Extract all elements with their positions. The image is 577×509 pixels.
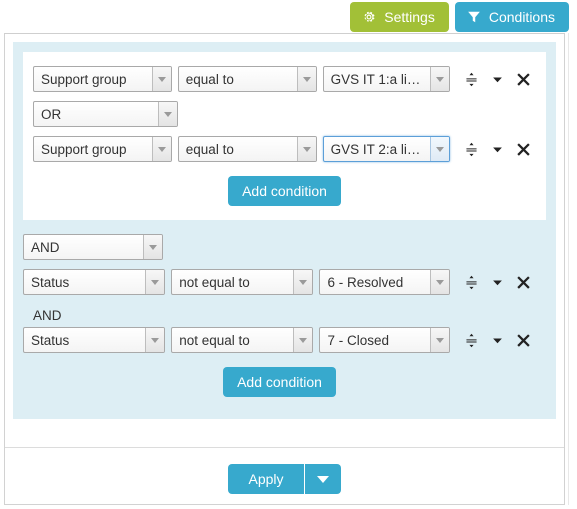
chevron-down-icon bbox=[293, 328, 313, 352]
joiner-row: OR bbox=[33, 101, 536, 127]
move-icon[interactable] bbox=[458, 67, 484, 91]
chevron-down-icon bbox=[296, 67, 316, 91]
close-icon[interactable] bbox=[510, 137, 536, 161]
field-select[interactable]: Support group bbox=[33, 136, 172, 162]
conditions-panel: Support group equal to GVS IT 1:a linjen bbox=[4, 33, 565, 505]
value-select[interactable]: GVS IT 1:a linjen bbox=[322, 66, 450, 92]
value-select[interactable]: GVS IT 2:a linjen bbox=[322, 136, 450, 162]
joiner-label: AND bbox=[33, 308, 62, 323]
right-edge-gutter bbox=[568, 33, 577, 505]
operator-select[interactable]: equal to bbox=[177, 136, 317, 162]
tab-conditions-label: Conditions bbox=[488, 9, 555, 25]
condition-row: Status not equal to 6 - Resolved bbox=[23, 269, 536, 295]
value-select[interactable]: 7 - Closed bbox=[319, 327, 450, 353]
footer-actions: Apply bbox=[5, 464, 564, 494]
move-icon[interactable] bbox=[458, 270, 484, 294]
chevron-down-icon[interactable] bbox=[484, 328, 510, 352]
conditions-screen: Settings Conditions Support group equal … bbox=[0, 0, 577, 509]
close-icon[interactable] bbox=[510, 67, 536, 91]
condition-row: Support group equal to GVS IT 2:a linjen bbox=[33, 136, 536, 162]
value-select[interactable]: 6 - Resolved bbox=[319, 269, 450, 295]
apply-dropdown-button[interactable] bbox=[303, 464, 341, 494]
chevron-down-icon bbox=[430, 270, 449, 294]
row-actions bbox=[458, 328, 536, 352]
top-tabbar: Settings Conditions bbox=[350, 2, 569, 32]
chevron-down-icon bbox=[293, 270, 313, 294]
tab-conditions[interactable]: Conditions bbox=[454, 2, 569, 32]
chevron-down-icon bbox=[158, 102, 177, 126]
field-select[interactable]: Status bbox=[23, 327, 166, 353]
apply-button[interactable]: Apply bbox=[228, 464, 304, 494]
operator-select[interactable]: not equal to bbox=[171, 327, 314, 353]
chevron-down-icon bbox=[151, 67, 171, 91]
tab-settings[interactable]: Settings bbox=[350, 2, 449, 32]
row-actions bbox=[458, 137, 536, 161]
funnel-icon bbox=[467, 10, 481, 24]
chevron-down-icon bbox=[430, 328, 449, 352]
tab-settings-label: Settings bbox=[384, 9, 435, 25]
joiner-row: AND bbox=[23, 234, 536, 260]
field-select[interactable]: Support group bbox=[33, 66, 172, 92]
add-condition-button[interactable]: Add condition bbox=[228, 176, 341, 206]
chevron-down-icon bbox=[296, 137, 316, 161]
move-icon[interactable] bbox=[458, 328, 484, 352]
gear-icon bbox=[362, 10, 376, 24]
condition-row: Status not equal to 7 - Closed bbox=[23, 327, 536, 353]
close-icon[interactable] bbox=[510, 270, 536, 294]
condition-group-2: AND Status not equal to 6 - Resolved AND… bbox=[23, 232, 546, 407]
condition-row: Support group equal to GVS IT 1:a linjen bbox=[33, 66, 536, 92]
joiner-select[interactable]: OR bbox=[33, 101, 178, 127]
condition-group-1: Support group equal to GVS IT 1:a linjen bbox=[23, 52, 546, 220]
add-condition-wrap: Add condition bbox=[33, 176, 536, 206]
chevron-down-icon bbox=[143, 235, 162, 259]
condition-groups-area: Support group equal to GVS IT 1:a linjen bbox=[13, 42, 556, 419]
chevron-down-icon bbox=[145, 328, 165, 352]
chevron-down-icon[interactable] bbox=[484, 137, 510, 161]
add-condition-button[interactable]: Add condition bbox=[223, 367, 336, 397]
field-select[interactable]: Status bbox=[23, 269, 166, 295]
move-icon[interactable] bbox=[458, 137, 484, 161]
close-icon[interactable] bbox=[510, 328, 536, 352]
row-actions bbox=[458, 270, 536, 294]
chevron-down-icon bbox=[151, 137, 171, 161]
chevron-down-icon bbox=[430, 67, 449, 91]
chevron-down-icon bbox=[430, 137, 449, 161]
operator-select[interactable]: not equal to bbox=[171, 269, 314, 295]
chevron-down-icon[interactable] bbox=[484, 67, 510, 91]
row-actions bbox=[458, 67, 536, 91]
joiner-select[interactable]: AND bbox=[23, 234, 163, 260]
chevron-down-icon[interactable] bbox=[484, 270, 510, 294]
operator-select[interactable]: equal to bbox=[177, 66, 317, 92]
footer-divider bbox=[5, 447, 564, 448]
chevron-down-icon bbox=[145, 270, 165, 294]
add-condition-wrap: Add condition bbox=[23, 367, 536, 397]
